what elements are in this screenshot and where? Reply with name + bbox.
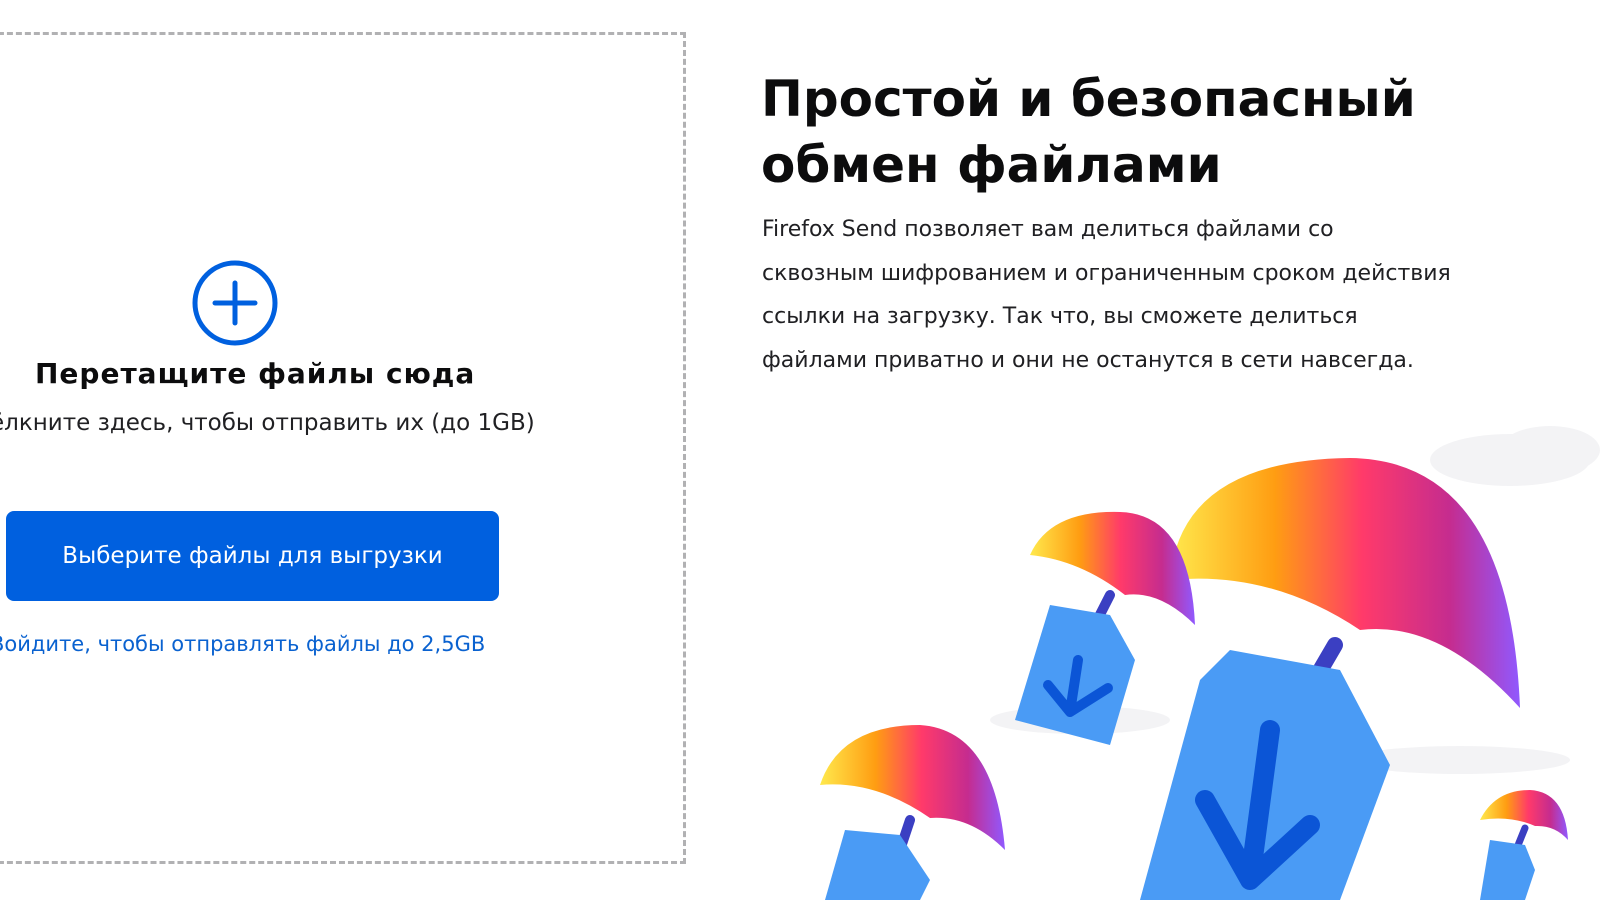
intro-description: Firefox Send позволяет вам делиться файл… <box>762 217 1451 373</box>
send-page: Перетащите файлы сюда ёлкните здесь, что… <box>0 0 1600 900</box>
select-files-button[interactable]: Выберите файлы для выгрузки <box>6 511 499 601</box>
upload-drop-zone[interactable] <box>0 32 686 864</box>
headline-line-2: обмен файлами <box>761 136 1222 194</box>
medium-parachute <box>1015 511 1195 745</box>
plus-circle-icon[interactable] <box>191 259 279 347</box>
headline-line-1: Простой и безопасный <box>761 70 1416 128</box>
sign-in-link[interactable]: Войдите, чтобы отправлять файлы до 2,5GB <box>0 632 485 656</box>
page-title: Простой и безопасный обмен файлами <box>761 66 1581 198</box>
drop-files-title: Перетащите файлы сюда <box>35 357 476 390</box>
small-parachute-right <box>1480 790 1568 900</box>
drop-files-subtitle: ёлкните здесь, чтобы отправить их (до 1G… <box>0 410 535 436</box>
parachute-files-illustration <box>820 426 1600 900</box>
large-parachute <box>1140 458 1520 900</box>
select-files-button-label: Выберите файлы для выгрузки <box>62 543 443 569</box>
small-parachute-left <box>820 725 1005 900</box>
